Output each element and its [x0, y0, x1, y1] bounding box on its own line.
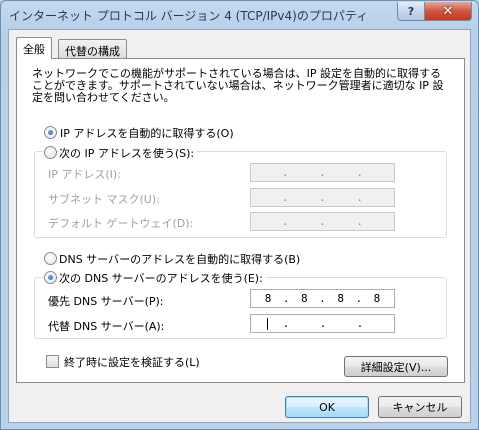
window-title: インターネット プロトコル バージョン 4 (TCP/IPv4)のプロパティ [9, 9, 369, 23]
validate-on-exit-label[interactable]: 終了時に設定を検証する(L) [64, 354, 200, 370]
ip-address-label: IP アドレス(I): [48, 168, 121, 181]
subnet-mask-field[interactable]: ... [250, 188, 395, 207]
alternate-dns-field[interactable]: ... [250, 314, 395, 333]
close-icon: ✕ [442, 3, 454, 19]
dns-auto-label[interactable]: DNS サーバーのアドレスを自動的に取得する(B) [59, 251, 300, 267]
help-button[interactable]: ? [397, 2, 425, 21]
ip-address-field[interactable]: ... [250, 163, 395, 182]
preferred-dns-field[interactable]: 8.8.8.8 [250, 289, 395, 308]
ok-button[interactable]: OK [285, 396, 369, 418]
close-button[interactable]: ✕ [424, 2, 472, 21]
text-caret [266, 317, 268, 330]
cancel-button[interactable]: キャンセル [378, 396, 462, 418]
subnet-mask-label: サブネット マスク(U): [48, 193, 160, 206]
intro-text: ネットワークでこの機能がサポートされている場合は、IP 設定を自動的に取得するこ… [32, 67, 444, 104]
ip-auto-label[interactable]: IP アドレスを自動的に取得する(O) [60, 125, 234, 141]
tab-general-label: 全般 [23, 43, 45, 56]
validate-on-exit-checkbox[interactable] [46, 355, 59, 368]
preferred-dns-label: 優先 DNS サーバー(P): [48, 295, 164, 308]
title-bar[interactable]: インターネット プロトコル バージョン 4 (TCP/IPv4)のプロパティ ?… [1, 1, 478, 29]
tab-general[interactable]: 全般 [16, 37, 52, 59]
dialog-window: インターネット プロトコル バージョン 4 (TCP/IPv4)のプロパティ ?… [0, 0, 479, 430]
ip-manual-label[interactable]: 次の IP アドレスを使う(S): [59, 145, 198, 161]
ip-manual-radio[interactable] [44, 146, 57, 159]
dns-manual-label[interactable]: 次の DNS サーバーのアドレスを使う(E): [59, 270, 266, 286]
dns-auto-radio[interactable] [44, 252, 57, 265]
advanced-button[interactable]: 詳細設定(V)... [344, 356, 448, 377]
ip-auto-radio[interactable] [44, 126, 57, 139]
tab-alternate-config-label: 代替の構成 [65, 45, 120, 58]
dns-manual-radio[interactable] [44, 271, 57, 284]
tab-alternate-config[interactable]: 代替の構成 [58, 39, 127, 59]
default-gateway-label: デフォルト ゲートウェイ(D): [48, 217, 194, 230]
default-gateway-field[interactable]: ... [250, 212, 395, 231]
help-icon: ? [407, 4, 415, 18]
alternate-dns-label: 代替 DNS サーバー(A): [48, 320, 165, 333]
